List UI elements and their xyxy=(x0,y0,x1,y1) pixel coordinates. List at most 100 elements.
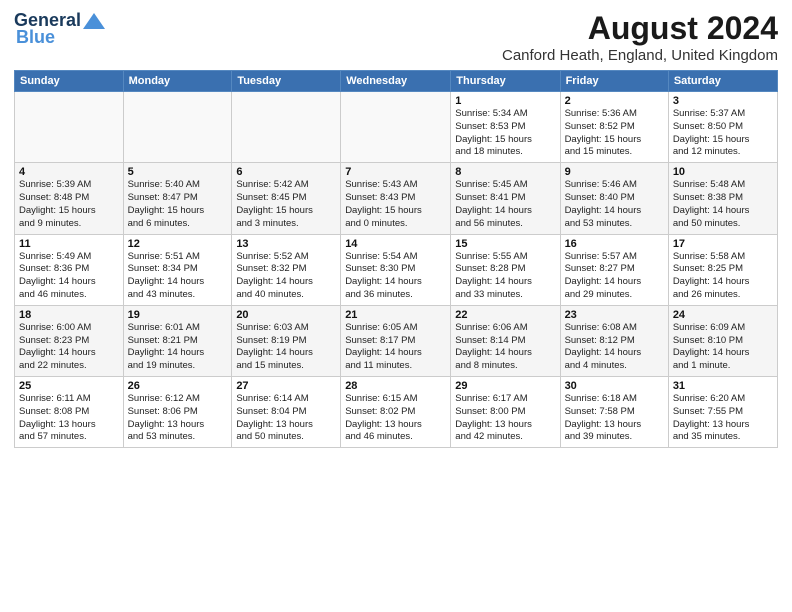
calendar-body: 1Sunrise: 5:34 AM Sunset: 8:53 PM Daylig… xyxy=(15,92,778,448)
calendar-cell: 24Sunrise: 6:09 AM Sunset: 8:10 PM Dayli… xyxy=(668,305,777,376)
day-number: 10 xyxy=(673,166,773,178)
day-number: 17 xyxy=(673,238,773,250)
day-info: Sunrise: 5:45 AM Sunset: 8:41 PM Dayligh… xyxy=(455,179,555,230)
day-info: Sunrise: 5:54 AM Sunset: 8:30 PM Dayligh… xyxy=(345,251,446,302)
calendar-cell: 30Sunrise: 6:18 AM Sunset: 7:58 PM Dayli… xyxy=(560,377,668,448)
logo-blue-text: Blue xyxy=(16,27,55,48)
calendar-cell: 27Sunrise: 6:14 AM Sunset: 8:04 PM Dayli… xyxy=(232,377,341,448)
day-info: Sunrise: 5:36 AM Sunset: 8:52 PM Dayligh… xyxy=(565,108,664,159)
calendar-cell: 22Sunrise: 6:06 AM Sunset: 8:14 PM Dayli… xyxy=(451,305,560,376)
week-row-3: 11Sunrise: 5:49 AM Sunset: 8:36 PM Dayli… xyxy=(15,234,778,305)
week-row-4: 18Sunrise: 6:00 AM Sunset: 8:23 PM Dayli… xyxy=(15,305,778,376)
calendar-cell: 6Sunrise: 5:42 AM Sunset: 8:45 PM Daylig… xyxy=(232,163,341,234)
day-number: 9 xyxy=(565,166,664,178)
location-text: Canford Heath, England, United Kingdom xyxy=(502,47,778,64)
day-number: 24 xyxy=(673,309,773,321)
day-number: 26 xyxy=(128,380,228,392)
header-tuesday: Tuesday xyxy=(232,71,341,92)
day-info: Sunrise: 6:17 AM Sunset: 8:00 PM Dayligh… xyxy=(455,393,555,444)
day-number: 6 xyxy=(236,166,336,178)
header-monday: Monday xyxy=(123,71,232,92)
calendar-cell: 26Sunrise: 6:12 AM Sunset: 8:06 PM Dayli… xyxy=(123,377,232,448)
calendar-cell xyxy=(123,92,232,163)
header-thursday: Thursday xyxy=(451,71,560,92)
calendar-cell: 14Sunrise: 5:54 AM Sunset: 8:30 PM Dayli… xyxy=(341,234,451,305)
day-info: Sunrise: 5:57 AM Sunset: 8:27 PM Dayligh… xyxy=(565,251,664,302)
day-number: 30 xyxy=(565,380,664,392)
day-info: Sunrise: 6:00 AM Sunset: 8:23 PM Dayligh… xyxy=(19,322,119,373)
day-number: 19 xyxy=(128,309,228,321)
day-number: 16 xyxy=(565,238,664,250)
day-info: Sunrise: 5:43 AM Sunset: 8:43 PM Dayligh… xyxy=(345,179,446,230)
calendar-table: Sunday Monday Tuesday Wednesday Thursday… xyxy=(14,70,778,448)
week-row-2: 4Sunrise: 5:39 AM Sunset: 8:48 PM Daylig… xyxy=(15,163,778,234)
calendar-cell: 15Sunrise: 5:55 AM Sunset: 8:28 PM Dayli… xyxy=(451,234,560,305)
calendar-cell xyxy=(341,92,451,163)
day-info: Sunrise: 5:46 AM Sunset: 8:40 PM Dayligh… xyxy=(565,179,664,230)
day-number: 23 xyxy=(565,309,664,321)
day-number: 1 xyxy=(455,95,555,107)
day-info: Sunrise: 5:42 AM Sunset: 8:45 PM Dayligh… xyxy=(236,179,336,230)
calendar-cell: 3Sunrise: 5:37 AM Sunset: 8:50 PM Daylig… xyxy=(668,92,777,163)
day-number: 12 xyxy=(128,238,228,250)
calendar-cell: 5Sunrise: 5:40 AM Sunset: 8:47 PM Daylig… xyxy=(123,163,232,234)
calendar-header: Sunday Monday Tuesday Wednesday Thursday… xyxy=(15,71,778,92)
header-friday: Friday xyxy=(560,71,668,92)
day-number: 27 xyxy=(236,380,336,392)
day-number: 29 xyxy=(455,380,555,392)
day-info: Sunrise: 6:09 AM Sunset: 8:10 PM Dayligh… xyxy=(673,322,773,373)
day-info: Sunrise: 6:03 AM Sunset: 8:19 PM Dayligh… xyxy=(236,322,336,373)
day-info: Sunrise: 5:55 AM Sunset: 8:28 PM Dayligh… xyxy=(455,251,555,302)
calendar-cell: 12Sunrise: 5:51 AM Sunset: 8:34 PM Dayli… xyxy=(123,234,232,305)
day-info: Sunrise: 5:34 AM Sunset: 8:53 PM Dayligh… xyxy=(455,108,555,159)
logo: General Blue xyxy=(14,10,105,48)
day-info: Sunrise: 5:58 AM Sunset: 8:25 PM Dayligh… xyxy=(673,251,773,302)
calendar-cell: 2Sunrise: 5:36 AM Sunset: 8:52 PM Daylig… xyxy=(560,92,668,163)
calendar-cell: 16Sunrise: 5:57 AM Sunset: 8:27 PM Dayli… xyxy=(560,234,668,305)
day-number: 7 xyxy=(345,166,446,178)
day-info: Sunrise: 5:37 AM Sunset: 8:50 PM Dayligh… xyxy=(673,108,773,159)
calendar-cell: 17Sunrise: 5:58 AM Sunset: 8:25 PM Dayli… xyxy=(668,234,777,305)
calendar-cell: 8Sunrise: 5:45 AM Sunset: 8:41 PM Daylig… xyxy=(451,163,560,234)
calendar-cell xyxy=(15,92,124,163)
day-number: 28 xyxy=(345,380,446,392)
calendar-cell: 10Sunrise: 5:48 AM Sunset: 8:38 PM Dayli… xyxy=(668,163,777,234)
logo-icon xyxy=(83,13,105,29)
calendar-cell: 18Sunrise: 6:00 AM Sunset: 8:23 PM Dayli… xyxy=(15,305,124,376)
week-row-1: 1Sunrise: 5:34 AM Sunset: 8:53 PM Daylig… xyxy=(15,92,778,163)
calendar-cell: 28Sunrise: 6:15 AM Sunset: 8:02 PM Dayli… xyxy=(341,377,451,448)
day-number: 8 xyxy=(455,166,555,178)
day-info: Sunrise: 6:15 AM Sunset: 8:02 PM Dayligh… xyxy=(345,393,446,444)
day-info: Sunrise: 5:52 AM Sunset: 8:32 PM Dayligh… xyxy=(236,251,336,302)
day-number: 4 xyxy=(19,166,119,178)
day-info: Sunrise: 6:14 AM Sunset: 8:04 PM Dayligh… xyxy=(236,393,336,444)
day-number: 18 xyxy=(19,309,119,321)
day-number: 31 xyxy=(673,380,773,392)
day-number: 22 xyxy=(455,309,555,321)
day-info: Sunrise: 6:05 AM Sunset: 8:17 PM Dayligh… xyxy=(345,322,446,373)
calendar-cell: 7Sunrise: 5:43 AM Sunset: 8:43 PM Daylig… xyxy=(341,163,451,234)
day-info: Sunrise: 5:39 AM Sunset: 8:48 PM Dayligh… xyxy=(19,179,119,230)
day-number: 2 xyxy=(565,95,664,107)
calendar-cell: 29Sunrise: 6:17 AM Sunset: 8:00 PM Dayli… xyxy=(451,377,560,448)
header-row: Sunday Monday Tuesday Wednesday Thursday… xyxy=(15,71,778,92)
day-info: Sunrise: 6:08 AM Sunset: 8:12 PM Dayligh… xyxy=(565,322,664,373)
day-number: 21 xyxy=(345,309,446,321)
calendar-cell: 13Sunrise: 5:52 AM Sunset: 8:32 PM Dayli… xyxy=(232,234,341,305)
calendar-cell xyxy=(232,92,341,163)
day-info: Sunrise: 6:06 AM Sunset: 8:14 PM Dayligh… xyxy=(455,322,555,373)
day-number: 3 xyxy=(673,95,773,107)
calendar-cell: 11Sunrise: 5:49 AM Sunset: 8:36 PM Dayli… xyxy=(15,234,124,305)
calendar-cell: 9Sunrise: 5:46 AM Sunset: 8:40 PM Daylig… xyxy=(560,163,668,234)
calendar-cell: 23Sunrise: 6:08 AM Sunset: 8:12 PM Dayli… xyxy=(560,305,668,376)
calendar-cell: 20Sunrise: 6:03 AM Sunset: 8:19 PM Dayli… xyxy=(232,305,341,376)
calendar-cell: 31Sunrise: 6:20 AM Sunset: 7:55 PM Dayli… xyxy=(668,377,777,448)
day-info: Sunrise: 6:11 AM Sunset: 8:08 PM Dayligh… xyxy=(19,393,119,444)
day-number: 11 xyxy=(19,238,119,250)
day-info: Sunrise: 5:49 AM Sunset: 8:36 PM Dayligh… xyxy=(19,251,119,302)
day-number: 13 xyxy=(236,238,336,250)
day-number: 15 xyxy=(455,238,555,250)
day-info: Sunrise: 6:12 AM Sunset: 8:06 PM Dayligh… xyxy=(128,393,228,444)
calendar-cell: 25Sunrise: 6:11 AM Sunset: 8:08 PM Dayli… xyxy=(15,377,124,448)
week-row-5: 25Sunrise: 6:11 AM Sunset: 8:08 PM Dayli… xyxy=(15,377,778,448)
